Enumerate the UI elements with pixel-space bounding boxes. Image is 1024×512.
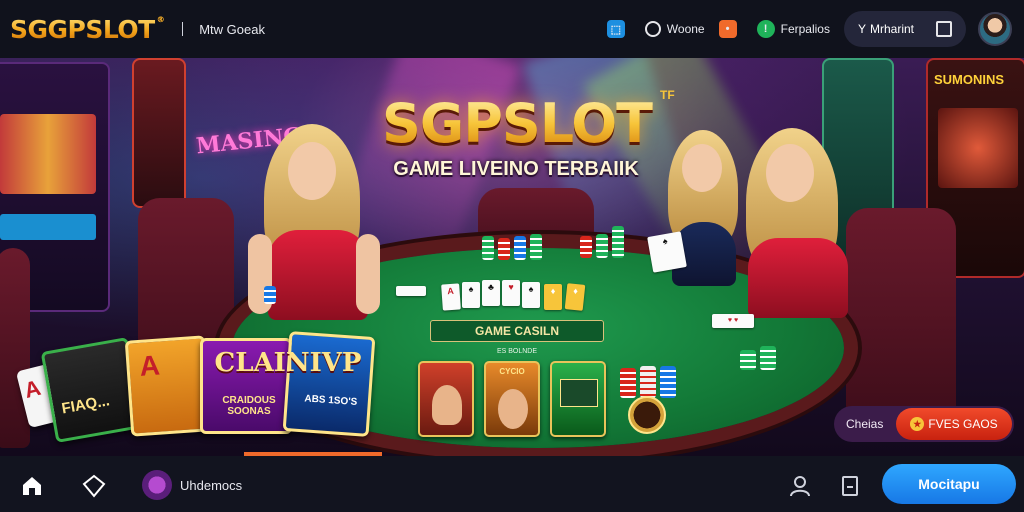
diamond-icon: [82, 474, 106, 498]
top-bar: SGGPSLOT ® Mtw Goeak ⬚ Woone • ! Ferpalio…: [0, 0, 1024, 58]
site-logo[interactable]: SGGPSLOT ®: [10, 15, 165, 44]
promo-card[interactable]: ABS 1SO'S: [282, 331, 376, 437]
playing-card: ♠: [647, 231, 687, 273]
chat-bubble-button[interactable]: •: [718, 20, 743, 38]
chip-stack: [596, 234, 608, 258]
nav-link[interactable]: Mtw Goeak: [199, 22, 265, 37]
chip-stack: [660, 366, 676, 398]
chip-stack: [530, 234, 542, 260]
promo-pill[interactable]: Cheias ★ FVES GAOS: [834, 406, 1014, 442]
table-small-text: ES BOLNDE: [496, 348, 538, 355]
game-tile[interactable]: [418, 361, 474, 437]
playing-card: ♦: [544, 284, 562, 310]
hero-banner[interactable]: MASING SUMONINS SGPSLOT TF GAME LIVEINO …: [0, 58, 1024, 456]
user-button[interactable]: [788, 474, 812, 498]
document-icon: [842, 476, 858, 496]
divider: [182, 22, 184, 36]
hero-subtitle: GAME LIVEINO TERBAIIK: [393, 158, 639, 180]
playing-card: ♥: [502, 280, 520, 306]
avatar[interactable]: [978, 12, 1012, 46]
game-tile-label: CYCIO: [499, 367, 525, 376]
chip-stack: [498, 238, 510, 260]
free-games-label: FVES GAOS: [928, 417, 998, 431]
playing-card: ♠: [522, 282, 540, 308]
home-button[interactable]: [20, 474, 44, 498]
table-label: GAME CASILN: [430, 320, 604, 342]
chip-stack: [514, 236, 526, 260]
user-prefix: Y: [857, 22, 866, 36]
chat-bubble-icon: •: [718, 20, 737, 38]
chip-stack: [612, 226, 624, 258]
game-tile[interactable]: CYCIO: [484, 361, 540, 437]
square-icon: [936, 21, 952, 37]
vip-title: CLAINIVP: [214, 348, 362, 378]
user-name: Mrharint: [869, 22, 914, 36]
document-button[interactable]: [838, 474, 862, 498]
bottom-label[interactable]: Uhdemocs: [180, 478, 242, 493]
right-sign: SUMONINS: [934, 72, 1005, 87]
promo-pill-label: Cheias: [846, 417, 884, 431]
chip-stack: [740, 350, 756, 370]
chip-stack: [482, 236, 494, 260]
coin-icon: ★: [910, 417, 925, 431]
profile-avatar[interactable]: [142, 470, 172, 500]
vip-sub-left: CRAIDOUS SOONAS: [222, 395, 276, 417]
hero-title: SGPSLOT: [372, 92, 662, 155]
diamond-button[interactable]: [82, 474, 106, 498]
bottom-bar: Uhdemocs Mocitapu: [0, 456, 1024, 512]
chair: [846, 208, 956, 438]
vip-sub-right: ABS 1SO'S: [304, 393, 358, 409]
playing-card: ♥ ♥: [712, 314, 754, 328]
top-right-group: ⬚ Woone • ! Ferpalios Y Mrharint: [606, 0, 1024, 58]
chip-stack: [264, 286, 276, 304]
chip-stack: [580, 236, 592, 258]
game-tile[interactable]: [550, 361, 606, 437]
playing-card: ♠: [462, 282, 480, 308]
hero-title-tm: TF: [660, 88, 675, 102]
chip-stack: [620, 368, 636, 398]
playing-card: ♦: [564, 283, 586, 311]
chair: [0, 248, 30, 448]
shield-button[interactable]: ⬚: [606, 20, 631, 38]
leaf-icon: !: [756, 20, 775, 38]
chip-stack: [760, 346, 776, 370]
user-menu[interactable]: Y Mrharint: [843, 11, 966, 47]
user-icon: [790, 476, 810, 497]
woone-button[interactable]: Woone: [644, 21, 705, 37]
shield-icon: ⬚: [606, 20, 625, 38]
slot-machine: [132, 58, 186, 208]
playing-card: A: [441, 283, 461, 311]
playing-card: [396, 286, 426, 296]
gold-coin[interactable]: [628, 396, 666, 434]
promo-card[interactable]: A: [124, 335, 212, 437]
dealer-right: [740, 128, 860, 318]
playing-card: ♣: [482, 280, 500, 306]
promo-card-text: FIAQ...: [60, 392, 111, 418]
cta-button[interactable]: Mocitapu: [882, 464, 1016, 504]
chat-icon: [644, 21, 661, 37]
woone-label: Woone: [666, 22, 705, 36]
chip-stack: [640, 366, 656, 398]
ferpalios-label: Ferpalios: [780, 22, 830, 36]
home-icon: [23, 477, 41, 495]
ferpalios-button[interactable]: ! Ferpalios: [756, 20, 830, 38]
free-games-button[interactable]: ★ FVES GAOS: [896, 408, 1012, 440]
